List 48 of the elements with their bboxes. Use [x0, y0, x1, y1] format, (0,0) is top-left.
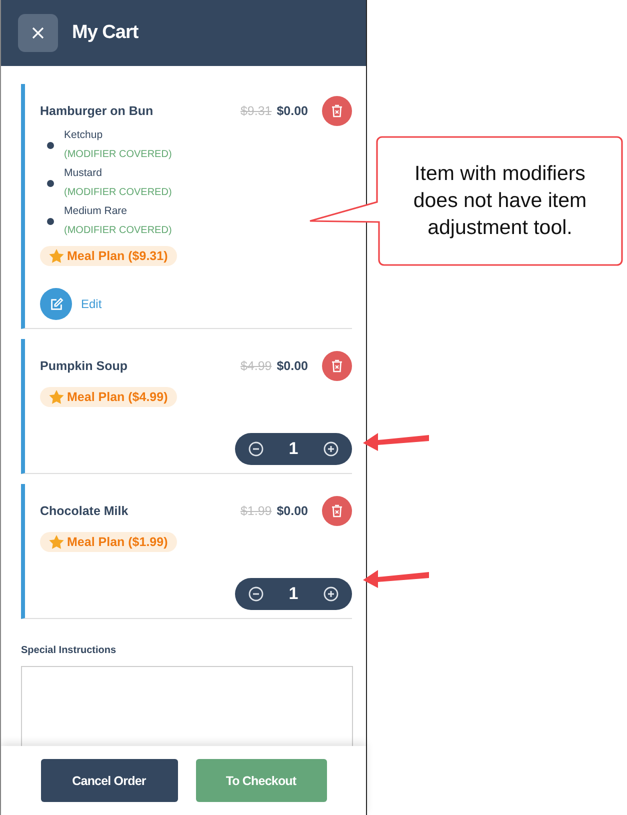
modifier-name: Medium Rare: [64, 204, 128, 219]
item-price: $0.00: [276, 104, 308, 118]
close-icon: [31, 26, 45, 40]
star-icon: [49, 535, 64, 549]
original-price: $4.99: [240, 359, 272, 373]
edit-icon: [48, 296, 64, 312]
item-name: Pumpkin Soup: [40, 359, 128, 373]
quantity-value: 1: [288, 439, 298, 459]
meal-plan-badge: Meal Plan ($1.99): [40, 532, 177, 552]
item-name: Hamburger on Bun: [40, 104, 154, 118]
footer-button[interactable]: Cancel Order: [40, 759, 178, 802]
item-name: Chocolate Milk: [40, 504, 130, 518]
close-button[interactable]: [18, 14, 58, 52]
modifier-note: (MODIFIER COVERED): [64, 224, 172, 238]
edit-icon-button[interactable]: [40, 288, 72, 320]
bullet-icon: [47, 218, 54, 224]
modifier-note: (MODIFIER COVERED): [64, 186, 172, 200]
decrease-button[interactable]: [248, 441, 264, 457]
modifier-name: Ketchup: [64, 128, 104, 143]
meal-plan-badge: Meal Plan ($9.31): [40, 246, 177, 266]
meal-plan-badge: Meal Plan ($4.99): [40, 387, 177, 407]
increase-button[interactable]: [323, 586, 339, 602]
item-price: $0.00: [276, 504, 308, 518]
cart-title: My Cart: [72, 22, 138, 44]
bullet-icon: [47, 180, 54, 186]
trash-icon: [331, 504, 343, 518]
trash-icon: [331, 359, 343, 373]
delete-button[interactable]: [322, 351, 352, 381]
delete-button[interactable]: [322, 96, 352, 126]
quantity-stepper[interactable]: 1: [235, 578, 352, 610]
original-price: $1.99: [240, 504, 272, 518]
increase-button[interactable]: [323, 441, 339, 457]
original-price: $9.31: [240, 104, 272, 118]
item-price: $0.00: [276, 359, 308, 373]
trash-icon: [331, 104, 343, 118]
delete-button[interactable]: [322, 496, 352, 526]
modifier-name: Mustard: [64, 166, 103, 181]
callout-text: Item with modifiers does not have item adjustment tool.: [412, 161, 588, 241]
quantity-stepper[interactable]: 1: [235, 433, 352, 465]
bullet-icon: [47, 142, 54, 148]
quantity-value: 1: [288, 584, 298, 604]
arrow-icon: [362, 567, 432, 589]
special-instructions-label: Special Instructions: [21, 645, 118, 656]
modifier-note: (MODIFIER COVERED): [64, 148, 172, 162]
decrease-button[interactable]: [248, 586, 264, 602]
star-icon: [49, 390, 64, 404]
star-icon: [49, 249, 64, 263]
arrow-icon: [362, 430, 432, 452]
